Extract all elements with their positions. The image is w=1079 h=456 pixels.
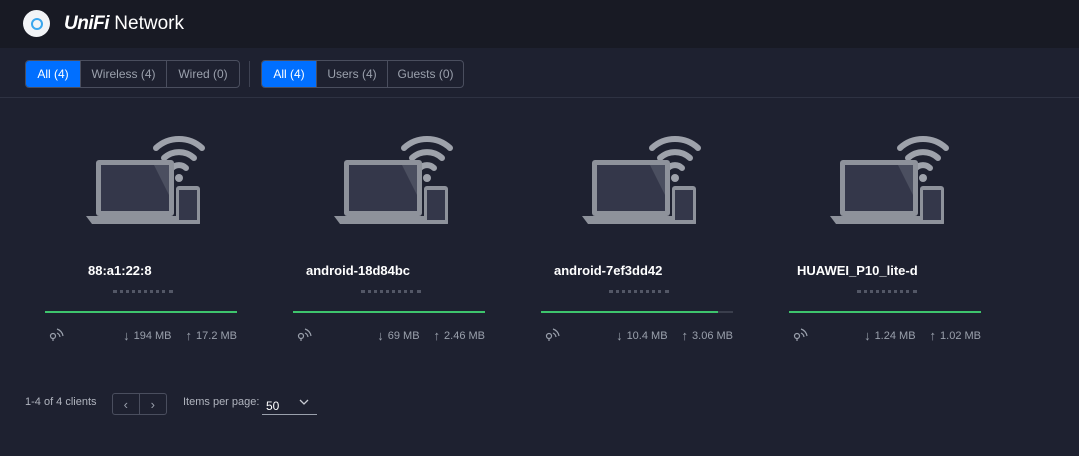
traffic-stats: ↓ 69 MB ↑ 2.46 MB	[377, 328, 485, 343]
client-card[interactable]: android-7ef3dd42 ↓ 10.4 MB ↑ 3.06 MB	[541, 120, 733, 350]
filter-bar: All (4) Wireless (4) Wired (0) All (4) U…	[0, 48, 1079, 98]
client-name[interactable]: HUAWEI_P10_lite-d	[797, 263, 937, 281]
client-ip	[857, 290, 917, 296]
signal-bar	[789, 311, 981, 313]
arrow-up-icon: ↑	[681, 328, 689, 343]
upload-value: 1.02 MB	[940, 329, 981, 342]
pagination-count: 1-4 of 4 clients	[25, 396, 97, 408]
laptop-phone-wifi-icon	[830, 136, 949, 224]
app-title: UniFi Network	[64, 13, 184, 34]
wireless-signal-icon	[49, 328, 64, 341]
chevron-left-icon[interactable]: ‹	[113, 394, 140, 414]
download-value: 69 MB	[387, 329, 420, 342]
connection-filter: All (4) Wireless (4) Wired (0)	[25, 60, 240, 88]
arrow-up-icon: ↑	[185, 328, 193, 343]
laptop-phone-wifi-icon	[334, 136, 453, 224]
filter-users-button[interactable]: Users (4)	[317, 61, 388, 87]
arrow-down-icon: ↓	[864, 328, 871, 343]
arrow-up-icon: ↑	[433, 328, 441, 343]
filter-all-clients-button[interactable]: All (4)	[262, 61, 317, 87]
arrow-up-icon: ↑	[929, 328, 937, 343]
signal-bar	[541, 311, 733, 313]
upload-value: 17.2 MB	[196, 329, 237, 342]
client-name[interactable]: 88:a1:22:8	[88, 263, 228, 281]
arrow-down-icon: ↓	[377, 328, 384, 343]
chevron-right-icon[interactable]: ›	[140, 394, 166, 414]
signal-bar-fill	[45, 311, 237, 313]
filter-guests-button[interactable]: Guests (0)	[388, 61, 463, 87]
client-card[interactable]: android-18d84bc ↓ 69 MB ↑ 2.46 MB	[293, 120, 485, 350]
items-per-page-select[interactable]: 50	[262, 393, 317, 415]
traffic-stats: ↓ 194 MB ↑ 17.2 MB	[123, 328, 237, 343]
download-value: 1.24 MB	[874, 329, 916, 342]
laptop-phone-wifi-icon	[86, 136, 205, 224]
items-per-page-value: 50	[266, 398, 280, 413]
top-bar: UniFi Network	[0, 0, 1079, 48]
pagination-controls: ‹ ›	[112, 393, 167, 415]
traffic-stats: ↓ 1.24 MB ↑ 1.02 MB	[864, 328, 981, 343]
filter-wireless-button[interactable]: Wireless (4)	[81, 61, 167, 87]
signal-bar	[45, 311, 237, 313]
client-card[interactable]: 88:a1:22:8 ↓ 194 MB ↑ 17.2 MB	[45, 120, 237, 350]
laptop-phone-wifi-icon	[582, 136, 701, 224]
download-value: 10.4 MB	[626, 329, 668, 342]
chevron-down-icon	[299, 399, 309, 405]
client-ip	[609, 290, 669, 296]
traffic-stats: ↓ 10.4 MB ↑ 3.06 MB	[616, 328, 733, 343]
client-card[interactable]: HUAWEI_P10_lite-d ↓ 1.24 MB ↑ 1.02 MB	[789, 120, 981, 350]
arrow-down-icon: ↓	[123, 328, 130, 343]
filter-all-connections-button[interactable]: All (4)	[26, 61, 81, 87]
signal-bar	[293, 311, 485, 313]
signal-bar-fill	[541, 311, 718, 313]
client-ip	[113, 290, 173, 296]
wireless-signal-icon	[545, 328, 560, 341]
wireless-signal-icon	[793, 328, 808, 341]
client-name[interactable]: android-7ef3dd42	[554, 263, 694, 281]
unifi-logo-icon[interactable]	[23, 10, 50, 37]
signal-bar-fill	[789, 311, 981, 313]
upload-value: 2.46 MB	[444, 329, 485, 342]
download-value: 194 MB	[133, 329, 172, 342]
filter-divider	[249, 61, 250, 87]
arrow-down-icon: ↓	[616, 328, 623, 343]
client-name[interactable]: android-18d84bc	[306, 263, 446, 281]
client-type-filter: All (4) Users (4) Guests (0)	[261, 60, 464, 88]
wireless-signal-icon	[297, 328, 312, 341]
filter-wired-button[interactable]: Wired (0)	[167, 61, 239, 87]
upload-value: 3.06 MB	[692, 329, 733, 342]
signal-bar-fill	[293, 311, 485, 313]
items-per-page-label: Items per page:	[183, 396, 260, 408]
client-ip	[361, 290, 421, 296]
